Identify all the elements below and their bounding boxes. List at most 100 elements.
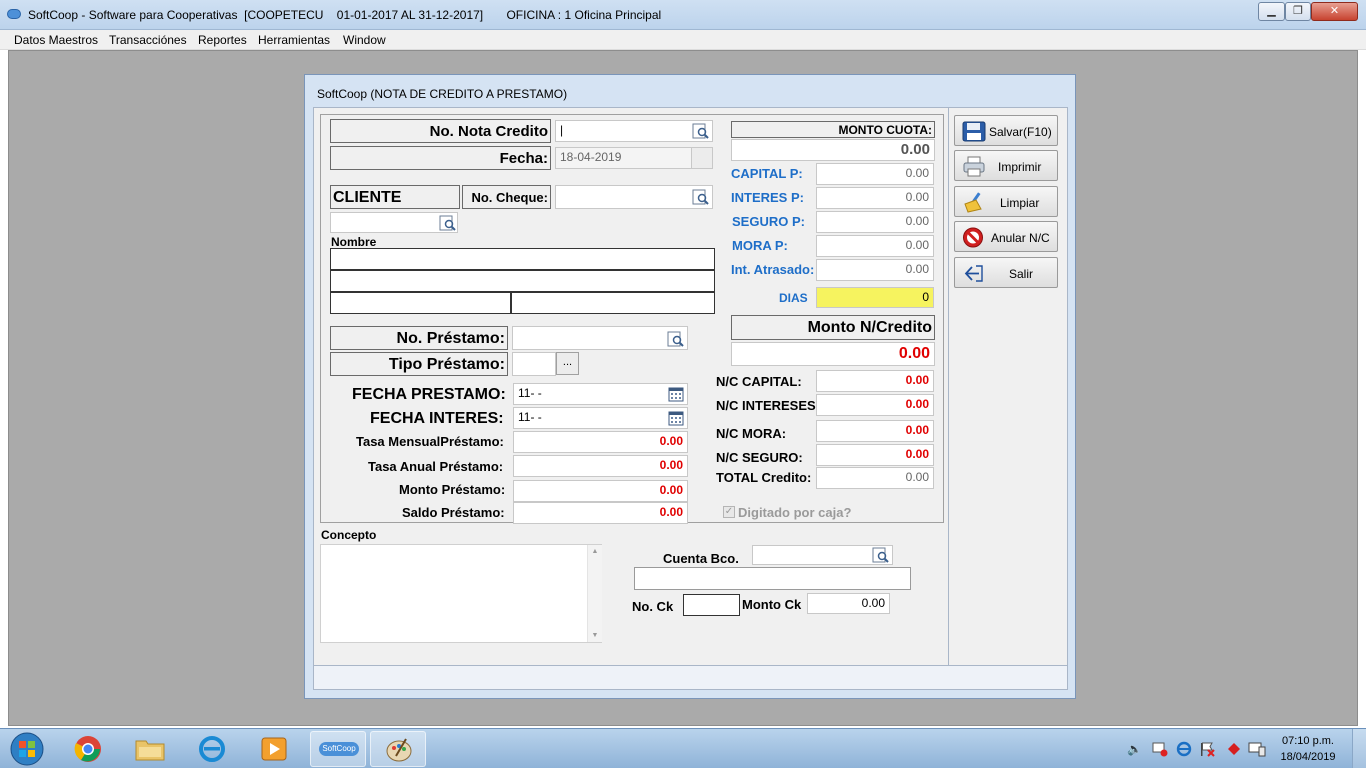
taskbar-chrome[interactable] [60, 731, 116, 767]
maximize-button[interactable]: ❐ [1285, 2, 1311, 21]
monto-cuota-value: 0.00 [731, 139, 935, 161]
monto-prestamo-value: 0.00 [513, 480, 688, 502]
tasa-anual-value: 0.00 [513, 455, 688, 477]
start-button-icon[interactable] [8, 731, 46, 767]
no-ck-input[interactable] [683, 594, 740, 616]
window-title: SoftCoop - Software para Cooperativas [C… [28, 8, 662, 22]
nc-capital-label: N/C CAPITAL: [716, 374, 802, 389]
tray-diamond-icon[interactable] [1227, 742, 1241, 756]
fecha-input[interactable]: 18-04-2019 [555, 147, 713, 169]
concepto-scrollbar[interactable]: ▲ ▼ [587, 545, 602, 642]
tipo-prestamo-browse-button[interactable]: ... [556, 352, 579, 375]
anular-button[interactable]: Anular N/C [954, 221, 1058, 252]
dialog-title: SoftCoop (NOTA DE CREDITO A PRESTAMO) [317, 87, 568, 101]
nc-seguro-label: N/C SEGURO: [716, 450, 803, 465]
fecha-interes-input[interactable]: 11- - [513, 407, 688, 429]
tasa-mensual-label: Tasa MensualPréstamo: [356, 434, 504, 449]
clock-date[interactable]: 18/04/2019 [1276, 751, 1340, 763]
nc-intereses-label: N/C INTERESES: [716, 398, 821, 413]
capital-p-value: 0.00 [816, 163, 934, 185]
imprimir-button[interactable]: Imprimir [954, 150, 1058, 181]
nombre-field-1 [330, 248, 715, 270]
menu-datos-maestros[interactable]: Datos Maestros [14, 33, 98, 47]
cliente-label: CLIENTE [330, 185, 460, 209]
show-desktop-button[interactable] [1352, 729, 1366, 768]
interes-p-value: 0.00 [816, 187, 934, 209]
tipo-prestamo-label: Tipo Préstamo: [330, 352, 508, 376]
monto-cuota-label: MONTO CUOTA: [731, 121, 935, 138]
concepto-textarea[interactable]: ▲ ▼ [320, 544, 602, 643]
fecha-dropdown-button[interactable] [691, 148, 712, 168]
saldo-prestamo-value: 0.00 [513, 502, 688, 524]
tasa-mensual-value: 0.00 [513, 431, 688, 453]
digitado-checkbox[interactable]: ✓ [723, 506, 735, 518]
nc-mora-label: N/C MORA: [716, 426, 787, 441]
mora-p-value: 0.00 [816, 235, 934, 257]
no-prestamo-label: No. Préstamo: [330, 326, 508, 350]
printer-icon [963, 156, 985, 177]
clock-time[interactable]: 07:10 p.m. [1276, 735, 1340, 747]
int-atrasado-value: 0.00 [816, 259, 934, 281]
dias-value: 0 [816, 287, 934, 308]
lookup-icon[interactable] [872, 546, 890, 564]
no-cheque-label: No. Cheque: [462, 185, 551, 209]
dialog-status-strip [313, 666, 1068, 690]
taskbar-softcoop[interactable]: SoftCoop [310, 731, 366, 767]
lookup-icon[interactable] [439, 214, 457, 232]
softcoop-app-icon [7, 9, 21, 19]
monto-ck-input[interactable]: 0.00 [807, 593, 890, 614]
no-nota-credito-input[interactable]: | [555, 120, 713, 142]
lookup-icon[interactable] [667, 330, 685, 348]
taskbar-paint[interactable] [370, 731, 426, 767]
fecha-interes-label: FECHA INTERES: [370, 410, 504, 427]
nc-capital-value: 0.00 [816, 370, 934, 392]
no-cheque-input[interactable] [555, 185, 713, 209]
tray-flag-icon[interactable] [1199, 741, 1215, 757]
imprimir-label: Imprimir [998, 160, 1042, 174]
internet-explorer-icon [199, 736, 225, 762]
salvar-label: Salvar(F10) [989, 125, 1052, 139]
salir-button[interactable]: Salir [954, 257, 1058, 288]
limpiar-button[interactable]: Limpiar [954, 186, 1058, 217]
softcoop-taskbar-icon: SoftCoop [319, 742, 359, 756]
tray-ie-icon[interactable] [1176, 741, 1192, 757]
tray-display-icon[interactable] [1248, 741, 1266, 757]
nombre-field-2 [330, 270, 715, 292]
nc-intereses-value: 0.00 [816, 394, 934, 416]
broom-icon [964, 192, 982, 213]
monto-nc-label: Monto N/Credito [731, 315, 935, 340]
total-credito-label: TOTAL Credito: [716, 470, 812, 485]
volume-icon[interactable]: 🔈 [1127, 742, 1142, 756]
tasa-anual-label: Tasa Anual Préstamo: [368, 459, 504, 474]
seguro-p-value: 0.00 [816, 211, 934, 233]
nombre-field-3 [330, 292, 511, 314]
tipo-prestamo-input[interactable] [512, 352, 556, 376]
cancel-icon [963, 227, 983, 248]
save-disk-icon [962, 121, 986, 142]
total-credito-value: 0.00 [816, 467, 934, 489]
taskbar-explorer[interactable] [122, 731, 178, 767]
minimize-button[interactable]: ▁ [1258, 2, 1285, 21]
nombre-label: Nombre [331, 235, 377, 249]
nombre-field-4 [511, 292, 715, 314]
monto-ck-label: Monto Ck [742, 597, 802, 612]
menu-window[interactable]: Window [343, 33, 386, 47]
taskbar-media[interactable] [246, 731, 302, 767]
lookup-icon[interactable] [692, 122, 710, 140]
nc-mora-value: 0.00 [816, 420, 934, 442]
menu-herramientas[interactable]: Herramientas [258, 33, 330, 47]
tray-network-icon[interactable] [1152, 741, 1168, 757]
taskbar-ie[interactable] [184, 731, 240, 767]
calendar-icon[interactable] [668, 386, 684, 402]
close-button[interactable]: ✕ [1311, 2, 1358, 21]
fecha-prestamo-input[interactable]: 11- - [513, 383, 688, 405]
app-titlebar: SoftCoop - Software para Cooperativas [C… [0, 0, 1366, 30]
menu-reportes[interactable]: Reportes [198, 33, 247, 47]
media-player-icon [261, 737, 287, 761]
no-prestamo-input[interactable] [512, 326, 688, 350]
menu-transacciones[interactable]: Transacciónes [109, 33, 187, 47]
calendar-icon[interactable] [668, 410, 684, 426]
cuenta-bco-label: Cuenta Bco. [663, 551, 739, 566]
lookup-icon[interactable] [692, 188, 710, 206]
salvar-button[interactable]: Salvar(F10) [954, 115, 1058, 146]
